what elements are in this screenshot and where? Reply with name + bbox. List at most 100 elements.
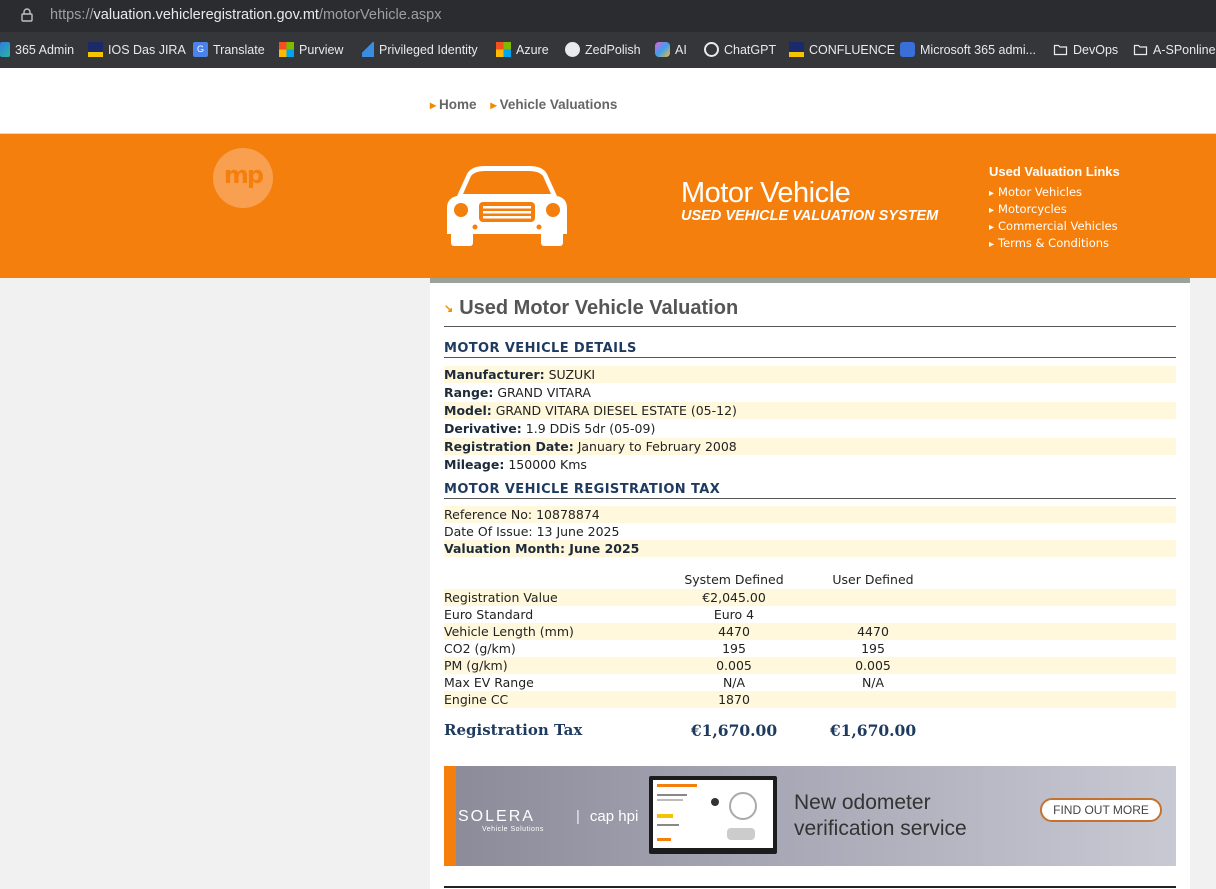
m365-admin-icon [900,42,915,57]
detail-value: GRAND VITARA [497,385,591,400]
bookmark-zedpolish[interactable]: ZedPolish [565,42,641,57]
bookmark-microsoft-365-admin[interactable]: Microsoft 365 admi... [900,42,1036,57]
bookmark-label: DevOps [1073,42,1119,57]
detail-label: Derivative: [444,421,522,436]
bookmark-label: Azure [516,42,549,57]
bookmark-azure[interactable]: Azure [496,42,549,57]
ad-brand-sub: Vehicle Solutions [482,826,544,833]
banner-title: Motor Vehicle [681,177,851,209]
url-bar[interactable]: https://valuation.vehicleregistration.go… [0,0,1216,32]
link-terms-conditions[interactable]: Terms & Conditions [989,236,1118,253]
row-system-value: 195 [722,641,746,656]
bookmark-purview[interactable]: Purview [279,42,343,57]
bookmark-confluence[interactable]: CONFLUENCE [789,42,895,57]
bookmark-translate[interactable]: G Translate [193,42,265,57]
tax-heading: MOTOR VEHICLE REGISTRATION TAX [444,482,1176,499]
row-label: CO2 (g/km) [444,641,516,656]
page-title-text: Used Motor Vehicle Valuation [459,297,739,319]
row-system-value: 4470 [718,624,750,639]
row-system-value: N/A [722,675,746,690]
bookmark-label: AI [675,42,687,57]
ad-brand-text: SOLERA [458,808,535,825]
link-commercial-vehicles[interactable]: Commercial Vehicles [989,219,1118,236]
cap-hpi-logo: cap hpi [576,808,638,825]
ad-headline: New odometer verification service [794,790,967,842]
solera-advert[interactable]: SOLERAVehicle Solutions cap hpi [444,766,1176,866]
url-scheme: https:// [50,7,94,23]
mp-logo-text: mp [223,161,264,189]
table-row: Euro Standard Euro 4 [444,606,1176,623]
bookmark-label: IOS Das JIRA [108,42,186,57]
bookmark-label: Translate [213,42,265,57]
registration-tax-system: €1,670.00 [690,721,778,740]
row-label: Euro Standard [444,607,534,622]
detail-registration-date: Registration Date: January to February 2… [444,438,1176,455]
breadcrumb: Home Vehicle Valuations [430,97,617,112]
row-system-value: 1870 [718,692,750,707]
lock-icon[interactable] [20,8,34,22]
banner: mp Motor Vehicle USED VEHICLE VALUATION … [0,134,1216,278]
row-user-value: 4470 [857,624,889,639]
bookmark-label: 365 Admin [15,42,75,57]
row-system-value: Euro 4 [713,607,755,622]
laptop-image [649,776,777,854]
azure-icon [362,42,374,57]
detail-value: 1.9 DDiS 5dr (05-09) [525,421,656,436]
confluence-icon [789,42,804,57]
github-icon [565,42,580,57]
laptop-screen [653,780,773,848]
bookmark-devops[interactable]: DevOps [1053,42,1118,57]
detail-label: Range: [444,385,494,400]
arrow-icon: ↘ [444,303,454,316]
registration-tax-row: Registration Tax €1,670.00 €1,670.00 [444,721,1176,743]
car-icon [447,166,567,246]
table-row: Vehicle Length (mm) 4470 4470 [444,623,1176,640]
bookmark-label: ChatGPT [724,42,777,57]
bookmark-privileged-identity[interactable]: Privileged Identity [362,42,478,57]
bookmark-chatgpt[interactable]: ChatGPT [704,42,776,57]
url-host: valuation.vehicleregistration.gov.mt [93,7,319,23]
chatgpt-icon [704,42,719,57]
bookmark-label: ZedPolish [585,42,641,57]
row-user-value: 195 [861,641,885,656]
table-row: Max EV Range N/A N/A [444,674,1176,691]
table-header: System Defined User Defined [444,572,1176,589]
bookmark-ai[interactable]: AI [655,42,687,57]
microsoft-icon [279,42,294,57]
solera-logo: SOLERA Vehicle Solutions [458,808,544,833]
detail-label: Model: [444,403,492,418]
table-row: Registration Value €2,045.00 [444,589,1176,606]
banner-subtitle: USED VEHICLE VALUATION SYSTEM [681,208,939,224]
bookmark-label: Purview [299,42,344,57]
mp-logo: mp [213,148,273,208]
table-row: PM (g/km) 0.005 0.005 [444,657,1176,674]
link-motor-vehicles[interactable]: Motor Vehicles [989,185,1118,202]
bookmark-a-sponline[interactable]: A-SPonline [1133,42,1216,57]
reference-number: Reference No: 10878874 [444,506,1176,523]
bookmark-365-admin[interactable]: 365 Admin [0,42,74,57]
breadcrumb-home[interactable]: Home [430,97,477,112]
detail-label: Manufacturer: [444,367,545,382]
detail-value: January to February 2008 [577,439,737,454]
detail-manufacturer: Manufacturer: SUZUKI [444,366,1176,383]
find-out-more-button[interactable]: FIND OUT MORE [1040,798,1162,822]
url-text[interactable]: https://valuation.vehicleregistration.go… [50,7,441,23]
bookmark-label: Microsoft 365 admi... [920,42,1037,57]
detail-value: 150000 Kms [508,457,587,472]
header-user-defined: User Defined [832,572,914,587]
row-label: Vehicle Length (mm) [444,624,574,639]
detail-model: Model: GRAND VITARA DIESEL ESTATE (05-12… [444,402,1176,419]
detail-mileage: Mileage: 150000 Kms [444,456,1176,473]
bookmark-ios-das-jira[interactable]: IOS Das JIRA [88,42,186,57]
link-motorcycles[interactable]: Motorcycles [989,202,1118,219]
breadcrumb-vehicle-valuations[interactable]: Vehicle Valuations [491,97,618,112]
copilot-icon [655,42,670,57]
bookmark-label: Privileged Identity [379,42,478,57]
browser-address-bar: https://valuation.vehicleregistration.go… [0,0,1216,32]
microsoft-icon [496,42,511,57]
jira-icon [88,42,103,57]
row-label: Engine CC [444,692,509,707]
folder-icon [1053,44,1068,56]
table-row: CO2 (g/km) 195 195 [444,640,1176,657]
ad-headline-line2: verification service [794,817,967,840]
